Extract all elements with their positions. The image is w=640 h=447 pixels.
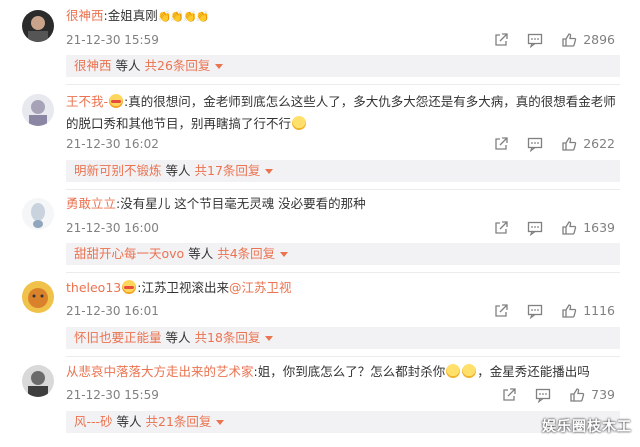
share-icon[interactable] — [493, 303, 509, 319]
share-icon[interactable] — [493, 32, 509, 48]
reply-count-link[interactable]: 共4条回复 — [217, 246, 275, 261]
reply-username[interactable]: 风---砂 — [74, 414, 113, 429]
reply-count-link[interactable]: 共26条回复 — [145, 58, 211, 73]
reply-count-link[interactable]: 共21条回复 — [146, 414, 212, 429]
comment-text: :金姐真刚 — [103, 8, 158, 23]
smile-emoji-icon — [446, 364, 461, 378]
reply-summary[interactable]: 很神西 等人 共26条回复 — [66, 55, 620, 77]
share-icon[interactable] — [493, 136, 509, 152]
like-count: 1116 — [583, 303, 615, 318]
reply-summary[interactable]: 甜甜开心每一天ovo 等人 共4条回复 — [66, 243, 620, 265]
avatar[interactable] — [22, 281, 54, 313]
comment-meta: 21-12-30 15:59 739 — [66, 386, 620, 404]
comment-text: ，金星秀还能播出吗 — [477, 364, 590, 379]
like-icon[interactable] — [569, 387, 585, 403]
reply-others: 等人 — [116, 414, 142, 429]
like-count: 1639 — [583, 220, 615, 235]
like-icon[interactable] — [561, 32, 577, 48]
comment-text: :姐，你到底怎么了？怎么都封杀你 — [253, 364, 446, 379]
avatar[interactable] — [22, 198, 54, 230]
share-icon[interactable] — [501, 387, 517, 403]
reply-others: 等人 — [165, 163, 191, 178]
like-icon[interactable] — [561, 220, 577, 236]
reply-username[interactable]: 怀旧也要正能量 — [74, 330, 162, 345]
reply-count-link[interactable]: 共17条回复 — [195, 163, 261, 178]
divider — [66, 84, 620, 85]
crying-emoji-icon — [122, 280, 137, 294]
comment-meta: 21-12-30 16:02 2622 — [66, 135, 620, 153]
comment-icon[interactable] — [535, 387, 551, 403]
comment-time: 21-12-30 15:59 — [66, 33, 159, 47]
reply-username[interactable]: 甜甜开心每一天ovo — [74, 246, 184, 261]
comment-username[interactable]: 从悲哀中落落大方走出来的艺术家 — [66, 364, 254, 379]
comment-time: 21-12-30 15:59 — [66, 388, 159, 402]
comment-username[interactable]: 王不我- — [66, 94, 108, 109]
reply-summary[interactable]: 怀旧也要正能量 等人 共18条回复 — [66, 327, 620, 349]
smile-emoji-icon — [462, 364, 477, 378]
comment-time: 21-12-30 16:00 — [66, 221, 159, 235]
comment-icon[interactable] — [527, 136, 543, 152]
like-count: 2622 — [583, 136, 615, 151]
reply-username[interactable]: 很神西 — [74, 58, 112, 73]
divider — [66, 189, 620, 190]
share-icon[interactable] — [493, 220, 509, 236]
reply-count-link[interactable]: 共18条回复 — [195, 330, 261, 345]
reply-others: 等人 — [165, 330, 191, 345]
like-count: 2896 — [583, 32, 615, 47]
chevron-down-icon[interactable] — [265, 169, 274, 174]
comment-text: :江苏卫视滚出来 — [137, 280, 229, 295]
chevron-down-icon[interactable] — [280, 252, 289, 257]
comment-icon[interactable] — [527, 303, 543, 319]
mention-link[interactable]: @江苏卫视 — [229, 280, 292, 295]
comment-icon[interactable] — [527, 220, 543, 236]
reply-others: 等人 — [188, 246, 214, 261]
chevron-down-icon[interactable] — [216, 420, 225, 425]
comment-username[interactable]: 很神西 — [66, 8, 104, 23]
chevron-down-icon[interactable] — [215, 64, 224, 69]
smile-emoji-icon — [292, 116, 307, 130]
like-icon[interactable] — [561, 136, 577, 152]
chevron-down-icon[interactable] — [265, 336, 274, 341]
avatar[interactable] — [22, 365, 54, 397]
comment-icon[interactable] — [527, 32, 543, 48]
watermark: 娱乐圈枝木工 — [542, 419, 632, 435]
comment-username[interactable]: 勇敢立立 — [66, 196, 116, 211]
comment-meta: 21-12-30 16:00 1639 — [66, 219, 620, 237]
reply-summary[interactable]: 风---砂 等人 共21条回复 — [66, 411, 620, 433]
avatar[interactable] — [22, 94, 54, 126]
divider — [66, 272, 620, 273]
like-icon[interactable] — [561, 303, 577, 319]
reply-summary[interactable]: 明新可别不锻炼 等人 共17条回复 — [66, 160, 620, 182]
comment-text: :真的很想问，金老师到底怎么这些人了，多大仇多大怨还是有多大病，真的很想看金老师… — [66, 94, 616, 131]
like-count: 739 — [591, 387, 615, 402]
reply-username[interactable]: 明新可别不锻炼 — [74, 163, 162, 178]
avatar[interactable] — [22, 10, 54, 42]
comment-time: 21-12-30 16:01 — [66, 304, 159, 318]
clap-emoji-icon: 👏👏👏👏 — [157, 10, 210, 23]
comment-meta: 21-12-30 16:01 1116 — [66, 302, 620, 320]
comment-username[interactable]: theleo13 — [66, 280, 121, 295]
comment-text: :没有星儿 这个节目毫无灵魂 没必要看的那种 — [116, 196, 366, 211]
reply-others: 等人 — [115, 58, 141, 73]
comment-meta: 21-12-30 15:59 2896 — [66, 31, 620, 49]
crying-emoji-icon — [109, 94, 124, 108]
divider — [66, 356, 620, 357]
comment-time: 21-12-30 16:02 — [66, 137, 159, 151]
